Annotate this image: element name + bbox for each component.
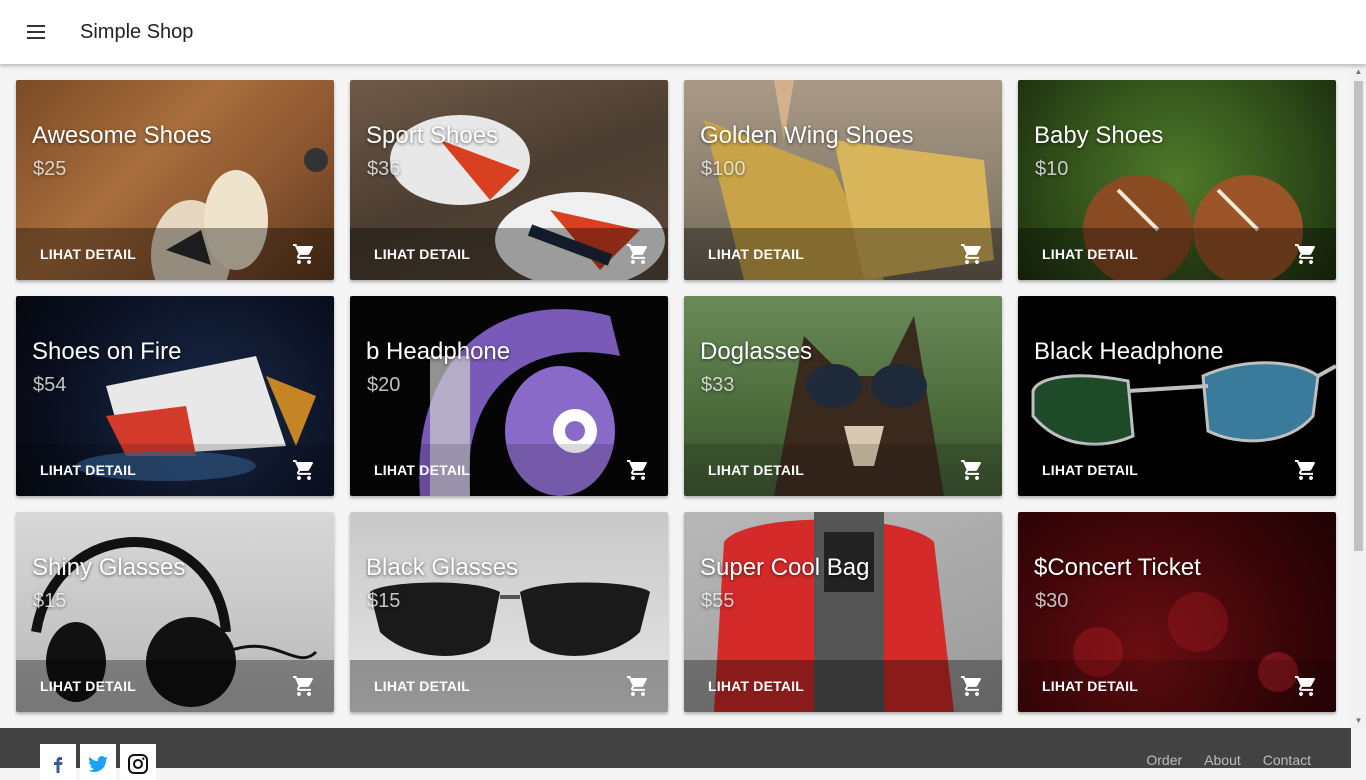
product-name: b Headphone — [366, 338, 511, 365]
add-to-cart-icon[interactable] — [292, 674, 316, 698]
product-name: Black Glasses — [366, 554, 519, 581]
view-detail-button[interactable]: LIHAT DETAIL — [708, 462, 804, 478]
product-card: Shoes on Fire $54 LIHAT DETAIL — [16, 296, 334, 496]
product-price: $30 — [1035, 590, 1069, 612]
product-price: $54 — [33, 374, 67, 396]
add-to-cart-icon[interactable] — [626, 458, 650, 482]
add-to-cart-icon[interactable] — [960, 458, 984, 482]
product-name: Shoes on Fire — [32, 338, 182, 365]
add-to-cart-icon[interactable] — [626, 242, 650, 266]
product-price: $100 — [701, 158, 746, 180]
scroll-down-arrow-icon[interactable]: ▼ — [1351, 713, 1366, 728]
product-card: Super Cool Bag $55 LIHAT DETAIL — [684, 512, 1002, 712]
app-bar: Simple Shop — [0, 0, 1366, 64]
product-price: $55 — [701, 590, 735, 612]
product-name: Black Headphone — [1034, 338, 1224, 365]
product-card: Doglasses $33 LIHAT DETAIL — [684, 296, 1002, 496]
product-price: $10 — [1035, 158, 1069, 180]
product-price: $36 — [367, 158, 401, 180]
product-card: Shiny Glasses $15 LIHAT DETAIL — [16, 512, 334, 712]
view-detail-button[interactable]: LIHAT DETAIL — [1042, 246, 1138, 262]
add-to-cart-icon[interactable] — [626, 674, 650, 698]
view-detail-button[interactable]: LIHAT DETAIL — [708, 678, 804, 694]
product-card: Sport Shoes $36 LIHAT DETAIL — [350, 80, 668, 280]
product-name: Doglasses — [700, 338, 813, 365]
product-name: Awesome Shoes — [32, 122, 212, 149]
footer-link-contact[interactable]: Contact — [1263, 752, 1311, 768]
product-card: Awesome Shoes $25 LIHAT DETAIL — [16, 80, 334, 280]
facebook-icon[interactable] — [40, 744, 76, 780]
product-card: b Headphone $20 LIHAT DETAIL — [350, 296, 668, 496]
view-detail-button[interactable]: LIHAT DETAIL — [708, 246, 804, 262]
product-price: $33 — [701, 374, 735, 396]
product-price: $15 — [367, 590, 401, 612]
menu-icon[interactable] — [24, 20, 48, 44]
product-price: $20 — [367, 374, 401, 396]
page-scrollbar[interactable]: ▲ ▼ — [1351, 64, 1366, 728]
product-name: Golden Wing Shoes — [700, 122, 914, 149]
product-card: Golden Wing Shoes $100 LIHAT DETAIL — [684, 80, 1002, 280]
view-detail-button[interactable]: LIHAT DETAIL — [40, 678, 136, 694]
view-detail-button[interactable]: LIHAT DETAIL — [40, 462, 136, 478]
view-detail-button[interactable]: LIHAT DETAIL — [1042, 462, 1138, 478]
view-detail-button[interactable]: LIHAT DETAIL — [1042, 678, 1138, 694]
add-to-cart-icon[interactable] — [292, 458, 316, 482]
footer-link-about[interactable]: About — [1204, 752, 1241, 768]
social-links — [40, 744, 156, 780]
add-to-cart-icon[interactable] — [960, 242, 984, 266]
product-name: $Concert Ticket — [1034, 554, 1201, 581]
product-name: Super Cool Bag — [700, 554, 870, 581]
product-grid: Awesome Shoes $25 LIHAT DETAIL Sport Sho… — [16, 80, 1336, 712]
product-card: Baby Shoes $10 LIHAT DETAIL — [1018, 80, 1336, 280]
add-to-cart-icon[interactable] — [1294, 674, 1318, 698]
footer-link-order[interactable]: Order — [1146, 752, 1182, 768]
product-price: $15 — [33, 590, 67, 612]
scroll-up-arrow-icon[interactable]: ▲ — [1351, 64, 1366, 79]
product-name: Baby Shoes — [1034, 122, 1164, 149]
view-detail-button[interactable]: LIHAT DETAIL — [374, 678, 470, 694]
add-to-cart-icon[interactable] — [1294, 242, 1318, 266]
add-to-cart-icon[interactable] — [292, 242, 316, 266]
product-card: Black Headphone LIHAT DETAIL — [1018, 296, 1336, 496]
product-name: Sport Shoes — [366, 122, 499, 149]
twitter-icon[interactable] — [80, 744, 116, 780]
product-name: Shiny Glasses — [32, 554, 186, 581]
view-detail-button[interactable]: LIHAT DETAIL — [374, 462, 470, 478]
app-title: Simple Shop — [80, 20, 194, 43]
footer: Order About Contact — [0, 728, 1351, 780]
view-detail-button[interactable]: LIHAT DETAIL — [40, 246, 136, 262]
product-card: Black Glasses $15 LIHAT DETAIL — [350, 512, 668, 712]
instagram-icon[interactable] — [120, 744, 156, 780]
footer-links: Order About Contact — [1146, 752, 1311, 768]
product-card: $Concert Ticket $30 LIHAT DETAIL — [1018, 512, 1336, 712]
product-price: $25 — [33, 158, 67, 180]
add-to-cart-icon[interactable] — [960, 674, 984, 698]
add-to-cart-icon[interactable] — [1294, 458, 1318, 482]
view-detail-button[interactable]: LIHAT DETAIL — [374, 246, 470, 262]
scrollbar-thumb[interactable] — [1354, 81, 1363, 551]
